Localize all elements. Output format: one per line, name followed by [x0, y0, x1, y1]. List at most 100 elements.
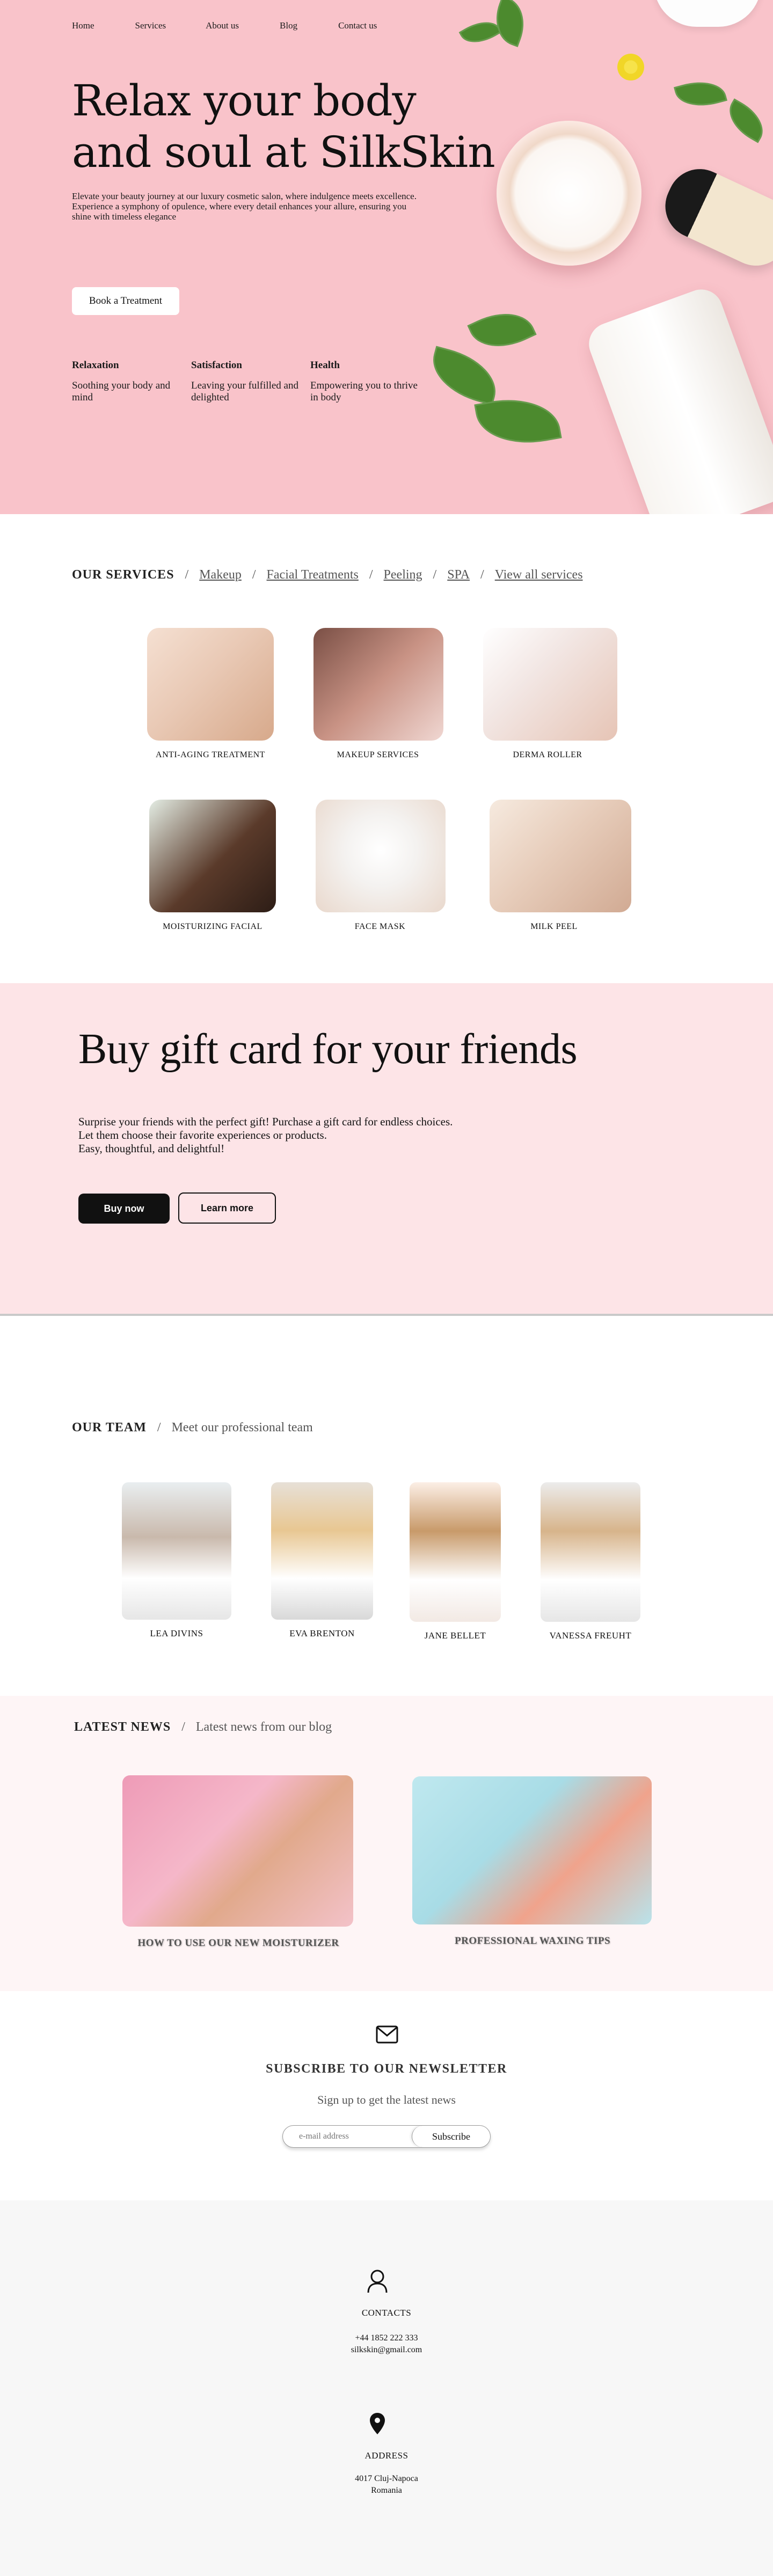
- team-subtitle: Meet our professional team: [171, 1421, 313, 1435]
- feature-text: Soothing your body and mind: [72, 380, 171, 403]
- gift-card-section: Buy gift card for your friends Surprise …: [0, 983, 773, 1316]
- news-header: LATEST NEWS / Latest news from our blog: [74, 1720, 332, 1735]
- feature-title: Health: [310, 360, 340, 371]
- hero-description: Elevate your beauty journey at our luxur…: [72, 191, 417, 222]
- hero-features: Relaxation Soothing your body and mind S…: [72, 360, 429, 404]
- learn-more-button[interactable]: Learn more: [178, 1192, 276, 1224]
- buy-now-button[interactable]: Buy now: [78, 1194, 170, 1224]
- service-card-anti-aging[interactable]: ANTI-AGING TREATMENT: [146, 628, 275, 760]
- separator: /: [157, 1421, 161, 1435]
- services-link-peeling[interactable]: Peeling: [384, 568, 422, 582]
- separator: /: [181, 1720, 185, 1734]
- service-card-moisturizing-facial[interactable]: MOISTURIZING FACIAL: [148, 800, 277, 932]
- nav-services[interactable]: Services: [135, 20, 166, 31]
- feature-health: Health Empowering you to thrive in body: [310, 360, 422, 404]
- footer: CONTACTS +44 1852 222 333 silkskin@gmail…: [0, 2200, 773, 2576]
- nav-contact-us[interactable]: Contact us: [338, 20, 377, 31]
- leaf-image: [720, 98, 772, 143]
- cream-jar-image: [497, 121, 641, 266]
- leaf-image: [467, 301, 537, 360]
- subscribe-button[interactable]: Subscribe: [412, 2126, 490, 2147]
- feature-text: Empowering you to thrive in body: [310, 380, 418, 403]
- service-image: [483, 628, 617, 741]
- newsletter-section: SUBSCRIBE TO OUR NEWSLETTER Sign up to g…: [0, 1991, 773, 2200]
- news-title: LATEST NEWS: [74, 1720, 171, 1734]
- address-label: ADDRESS: [364, 2450, 409, 2461]
- services-link-facial-treatments[interactable]: Facial Treatments: [267, 568, 359, 582]
- email-input[interactable]: [283, 2126, 412, 2147]
- service-label: MAKEUP SERVICES: [337, 750, 419, 759]
- address-line2: Romania: [371, 2486, 402, 2495]
- service-card-makeup[interactable]: MAKEUP SERVICES: [313, 628, 443, 760]
- nav-home[interactable]: Home: [72, 20, 94, 31]
- service-card-milk-peel[interactable]: MILK PEEL: [490, 800, 631, 932]
- gift-title: Buy gift card for your friends: [78, 1026, 578, 1073]
- services-link-spa[interactable]: SPA: [447, 568, 470, 582]
- team-member-card[interactable]: JANE BELLET: [408, 1482, 502, 1641]
- services-header: OUR SERVICES / Makeup / Facial Treatment…: [72, 568, 583, 582]
- nav-about-us[interactable]: About us: [206, 20, 239, 31]
- cream-jar-lid-image: [654, 0, 761, 27]
- team-member-name: LEA DIVINS: [150, 1628, 203, 1638]
- news-section: LATEST NEWS / Latest news from our blog …: [0, 1696, 773, 1991]
- service-label: MILK PEEL: [530, 922, 578, 931]
- address-line1: 4017 Cluj-Napoca: [355, 2474, 418, 2483]
- separator: /: [185, 568, 189, 582]
- feature-title: Relaxation: [72, 360, 119, 371]
- contact-phone[interactable]: +44 1852 222 333: [0, 2332, 773, 2344]
- team-member-card[interactable]: LEA DIVINS: [120, 1482, 233, 1639]
- hero-title-line1: Relax your body: [72, 76, 417, 126]
- news-post-title[interactable]: PROFESSIONAL WAXING TIPS: [412, 1935, 653, 1947]
- news-subtitle: Latest news from our blog: [195, 1720, 332, 1734]
- team-member-name: VANESSA FREUHT: [549, 1630, 632, 1641]
- team-member-card[interactable]: EVA BRENTON: [269, 1482, 375, 1639]
- services-title: OUR SERVICES: [72, 568, 174, 582]
- newsletter-title: SUBSCRIBE TO OUR NEWSLETTER: [266, 2062, 507, 2076]
- service-image: [147, 628, 274, 741]
- separator: /: [252, 568, 256, 582]
- team-member-photo: [271, 1482, 373, 1620]
- team-member-photo: [541, 1482, 640, 1622]
- news-post-title[interactable]: HOW TO USE OUR NEW MOISTURIZER: [122, 1937, 354, 1949]
- separator: /: [369, 568, 373, 582]
- service-image: [490, 800, 631, 912]
- contact-email[interactable]: silkskin@gmail.com: [0, 2344, 773, 2356]
- contacts-label: CONTACTS: [361, 2308, 412, 2318]
- service-image: [316, 800, 446, 912]
- cream-tube-image: [583, 283, 773, 514]
- newsletter-form: Subscribe: [282, 2125, 491, 2148]
- service-label: ANTI-AGING TREATMENT: [156, 750, 265, 759]
- location-pin-icon: [370, 2413, 385, 2434]
- main-nav: Home Services About us Blog Contact us: [72, 20, 377, 31]
- news-post-card[interactable]: HOW TO USE OUR NEW MOISTURIZER: [122, 1775, 354, 1949]
- service-label: DERMA ROLLER: [513, 750, 582, 759]
- service-label: FACE MASK: [354, 922, 406, 931]
- team-member-name: JANE BELLET: [424, 1630, 486, 1641]
- separator: /: [433, 568, 437, 582]
- services-link-makeup[interactable]: Makeup: [199, 568, 242, 582]
- service-image: [313, 628, 443, 741]
- feature-text: Leaving your fulfilled and delighted: [191, 380, 298, 403]
- feature-satisfaction: Satisfaction Leaving your fulfilled and …: [191, 360, 303, 404]
- hero-section: Home Services About us Blog Contact us R…: [0, 0, 773, 514]
- team-header: OUR TEAM / Meet our professional team: [72, 1421, 313, 1435]
- nav-blog[interactable]: Blog: [280, 20, 297, 31]
- team-member-photo: [410, 1482, 501, 1622]
- book-treatment-button[interactable]: Book a Treatment: [72, 287, 179, 315]
- news-post-image: [412, 1776, 652, 1924]
- mail-icon: [376, 2025, 398, 2044]
- team-member-card[interactable]: VANESSA FREUHT: [531, 1482, 650, 1641]
- service-card-derma-roller[interactable]: DERMA ROLLER: [483, 628, 617, 760]
- services-link-view-all[interactable]: View all services: [495, 568, 583, 582]
- service-card-face-mask[interactable]: FACE MASK: [316, 800, 446, 932]
- gift-description: Surprise your friends with the perfect g…: [78, 1115, 465, 1155]
- service-label: MOISTURIZING FACIAL: [163, 922, 262, 931]
- newsletter-subtitle: Sign up to get the latest news: [317, 2093, 456, 2106]
- news-post-image: [122, 1775, 353, 1927]
- news-post-card[interactable]: PROFESSIONAL WAXING TIPS: [412, 1776, 653, 1947]
- team-member-photo: [122, 1482, 231, 1620]
- gift-text-line1: Surprise your friends with the perfect g…: [78, 1115, 453, 1141]
- service-image: [149, 800, 276, 912]
- team-member-name: EVA BRENTON: [289, 1628, 355, 1638]
- feature-relaxation: Relaxation Soothing your body and mind: [72, 360, 184, 404]
